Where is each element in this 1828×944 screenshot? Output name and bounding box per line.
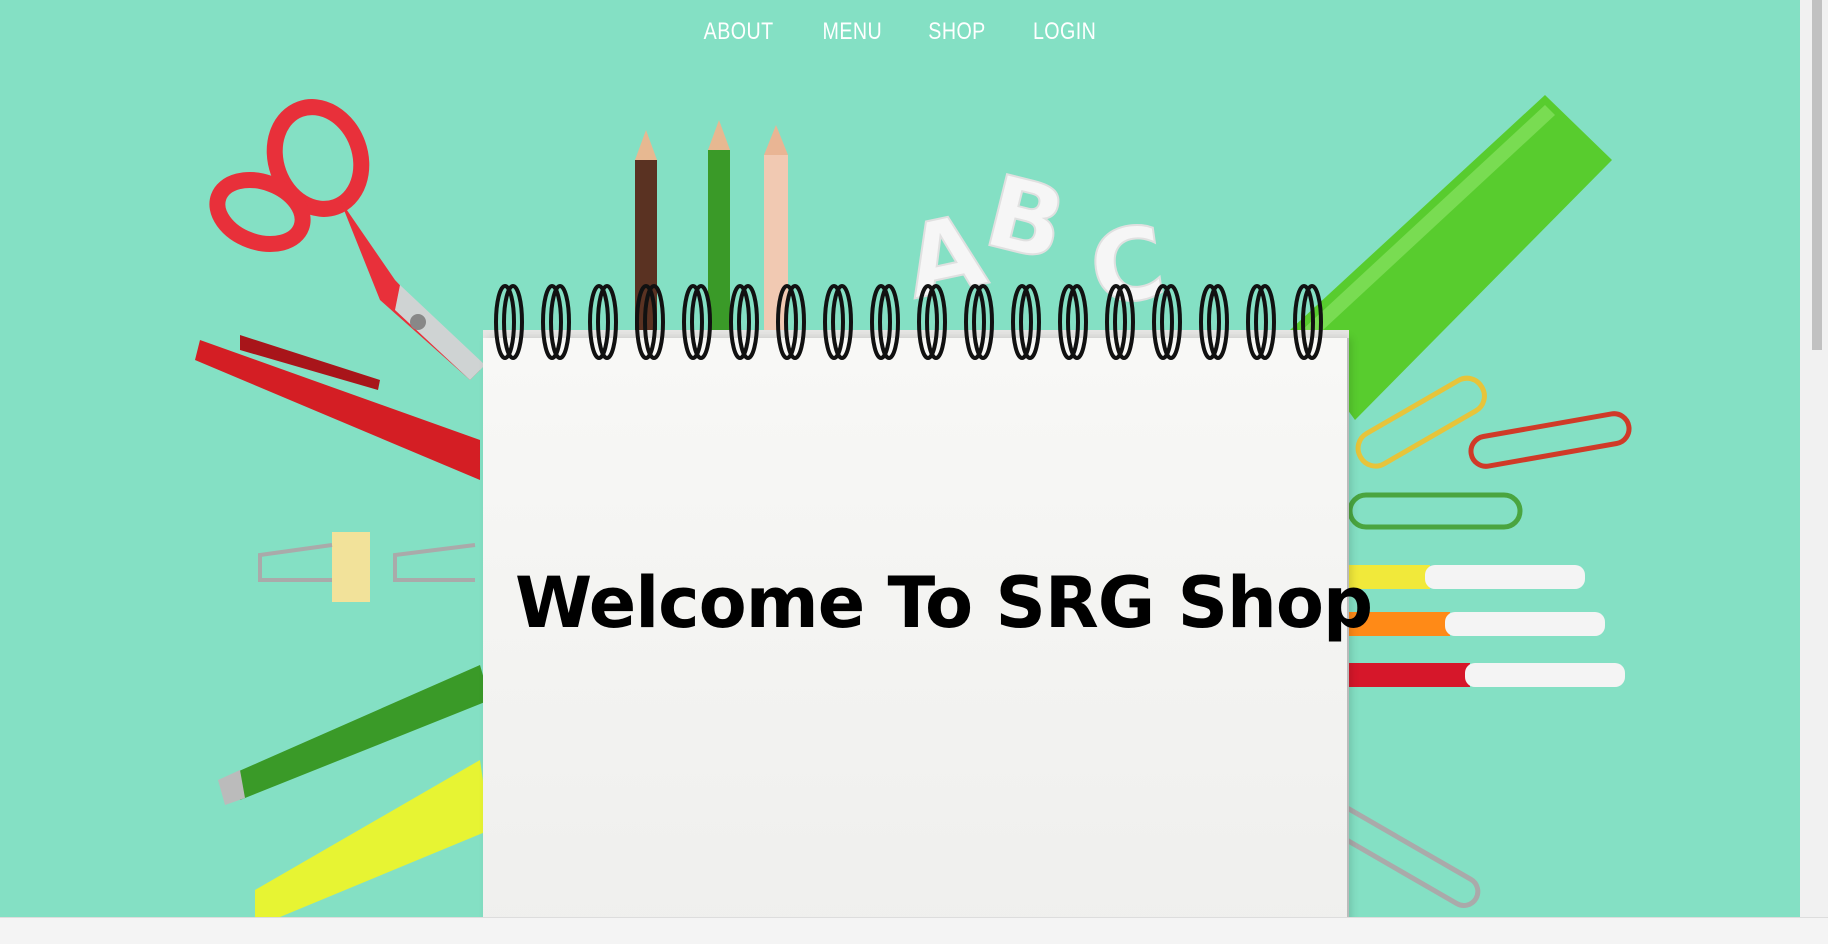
nav-login-link[interactable]: LOGIN (1033, 18, 1096, 46)
top-navigation: ABOUT MENU SHOP LOGIN (0, 18, 1800, 46)
nav-shop-link[interactable]: SHOP (929, 18, 986, 46)
bottom-bar (0, 917, 1828, 944)
nav-menu-link[interactable]: MENU (822, 18, 882, 46)
vertical-scrollbar[interactable] (1800, 0, 1828, 917)
nav-about-link[interactable]: ABOUT (704, 18, 774, 46)
scrollbar-thumb[interactable] (1812, 0, 1822, 350)
page-title: Welcome To SRG Shop (515, 561, 1373, 644)
spiral-binding (494, 284, 1323, 360)
hero-banner: A B C Welcome To SRG Shop ABOUT MENU SHO… (0, 0, 1800, 917)
